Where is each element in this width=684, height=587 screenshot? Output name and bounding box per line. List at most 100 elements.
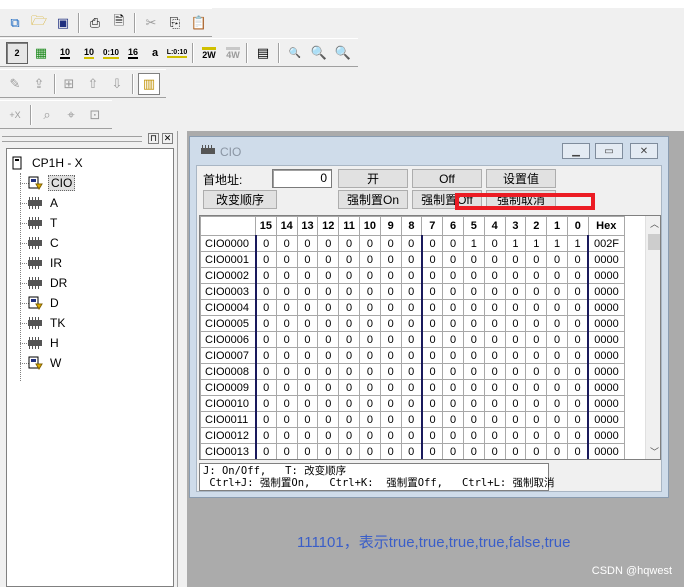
bit-cell[interactable]: 0 [379, 251, 402, 268]
bit-cell[interactable]: 0 [566, 443, 589, 459]
bit-cell[interactable]: 0 [296, 427, 319, 444]
minimize-button[interactable]: ▁ [562, 143, 590, 159]
four-word-button[interactable]: 4W [222, 42, 244, 64]
bit-cell[interactable]: 0 [379, 299, 402, 316]
bit-cell[interactable]: 0 [400, 379, 423, 396]
bit-cell[interactable]: 0 [420, 235, 444, 252]
bit-cell[interactable]: 0 [275, 283, 298, 300]
bit-cell[interactable]: 0 [420, 379, 444, 396]
bit-cell[interactable]: 0 [379, 395, 402, 412]
vertical-scrollbar[interactable]: ︿ ﹀ [645, 216, 660, 459]
tree-item-tk[interactable]: TK [27, 313, 67, 333]
bit-cell[interactable]: 0 [504, 379, 527, 396]
hex-cell[interactable]: 0000 [587, 267, 625, 284]
bit-cell[interactable]: 0 [483, 363, 506, 380]
bit-cell[interactable]: 0 [338, 299, 360, 316]
paste-icon[interactable]: 📋 [188, 12, 210, 34]
hex-button[interactable]: 16 [122, 42, 144, 64]
bit-cell[interactable]: 0 [462, 395, 485, 412]
bit-cell[interactable]: 0 [379, 427, 402, 444]
bit-cell[interactable]: 0 [504, 299, 527, 316]
bit-cell[interactable]: 0 [275, 251, 298, 268]
bit-cell[interactable]: 0 [504, 331, 527, 348]
bit-cell[interactable]: 0 [442, 427, 464, 444]
bit-cell[interactable]: 0 [546, 363, 568, 380]
bit-cell[interactable]: 0 [254, 283, 277, 300]
bit-cell[interactable]: 0 [254, 379, 277, 396]
bit-cell[interactable]: 0 [546, 267, 568, 284]
bit-cell[interactable]: 0 [317, 379, 340, 396]
bit-cell[interactable]: 0 [462, 363, 485, 380]
bit-cell[interactable]: 0 [400, 283, 423, 300]
bit-cell[interactable]: 0 [379, 267, 402, 284]
hex-cell[interactable]: 002F [587, 235, 625, 252]
bit-cell[interactable]: 0 [254, 363, 277, 380]
tree-item-h[interactable]: H [27, 333, 61, 353]
bit-cell[interactable]: 0 [254, 235, 277, 252]
bit-cell[interactable]: 0 [254, 251, 277, 268]
bit-cell[interactable]: 0 [566, 363, 589, 380]
search-disabled-icon[interactable]: ⌕ [36, 104, 58, 126]
cut-icon[interactable]: ✂ [140, 12, 162, 34]
bit-cell[interactable]: 0 [296, 347, 319, 364]
bit-cell[interactable]: 0 [546, 427, 568, 444]
bit-cell[interactable]: 0 [483, 347, 506, 364]
bit-cell[interactable]: 0 [420, 395, 444, 412]
bit-cell[interactable]: 0 [358, 363, 381, 380]
bit-cell[interactable]: 0 [400, 443, 423, 459]
scroll-thumb[interactable] [648, 234, 660, 250]
row-address[interactable]: CIO0000 [200, 235, 256, 252]
bit-cell[interactable]: 0 [420, 411, 444, 428]
bit-cell[interactable]: 0 [358, 283, 381, 300]
bit-cell[interactable]: 0 [338, 443, 360, 459]
bit-cell[interactable]: 0 [358, 411, 381, 428]
bit-cell[interactable]: 0 [275, 363, 298, 380]
change-order-button[interactable]: 改变顺序 [203, 190, 277, 209]
bit-cell[interactable]: 0 [317, 251, 340, 268]
bit-cell[interactable]: 0 [358, 395, 381, 412]
bit-cell[interactable]: 0 [254, 411, 277, 428]
bit-cell[interactable]: 0 [462, 267, 485, 284]
bit-cell[interactable]: 0 [566, 251, 589, 268]
bit-cell[interactable]: 0 [525, 251, 548, 268]
bit-cell[interactable]: 0 [338, 363, 360, 380]
row-address[interactable]: CIO0012 [200, 427, 256, 444]
tree-item-a[interactable]: A [27, 193, 60, 213]
binary-display-button[interactable]: 2 [6, 42, 28, 64]
bit-cell[interactable]: 0 [338, 331, 360, 348]
bit-cell[interactable]: 0 [338, 427, 360, 444]
tree-item-w[interactable]: W [27, 353, 63, 373]
bit-cell[interactable]: 0 [566, 299, 589, 316]
tree-item-t[interactable]: T [27, 213, 59, 233]
bit-cell[interactable]: 0 [546, 443, 568, 459]
bit-cell[interactable]: 0 [546, 347, 568, 364]
bit-cell[interactable]: 0 [317, 347, 340, 364]
bit-cell[interactable]: 0 [442, 283, 464, 300]
bit-cell[interactable]: 0 [379, 283, 402, 300]
bit-cell[interactable]: 0 [296, 251, 319, 268]
bit-cell[interactable]: 0 [483, 235, 506, 252]
bit-cell[interactable]: 0 [442, 299, 464, 316]
bit-cell[interactable]: 0 [420, 251, 444, 268]
bit-cell[interactable]: 0 [317, 427, 340, 444]
hex-cell[interactable]: 0000 [587, 427, 625, 444]
bit-cell[interactable]: 0 [442, 331, 464, 348]
download-icon[interactable]: ⇩ [106, 73, 128, 95]
bit-cell[interactable]: 0 [420, 331, 444, 348]
long-decimal-button[interactable]: L:0:10 [166, 42, 188, 64]
bcd-button[interactable]: 0:10 [100, 42, 122, 64]
bit-cell[interactable]: 0 [546, 395, 568, 412]
bit-cell[interactable]: 0 [275, 235, 298, 252]
bit-cell[interactable]: 0 [254, 299, 277, 316]
tree-item-c[interactable]: C [27, 233, 61, 253]
row-address[interactable]: CIO0009 [200, 379, 256, 396]
bit-cell[interactable]: 0 [525, 283, 548, 300]
bit-cell[interactable]: 0 [420, 443, 444, 459]
bit-cell[interactable]: 0 [483, 299, 506, 316]
bit-cell[interactable]: 0 [400, 427, 423, 444]
bit-cell[interactable]: 0 [483, 315, 506, 332]
bit-cell[interactable]: 0 [317, 299, 340, 316]
online-icon[interactable]: ▦ [30, 42, 52, 64]
bit-cell[interactable]: 0 [275, 299, 298, 316]
bit-cell[interactable]: 0 [275, 427, 298, 444]
